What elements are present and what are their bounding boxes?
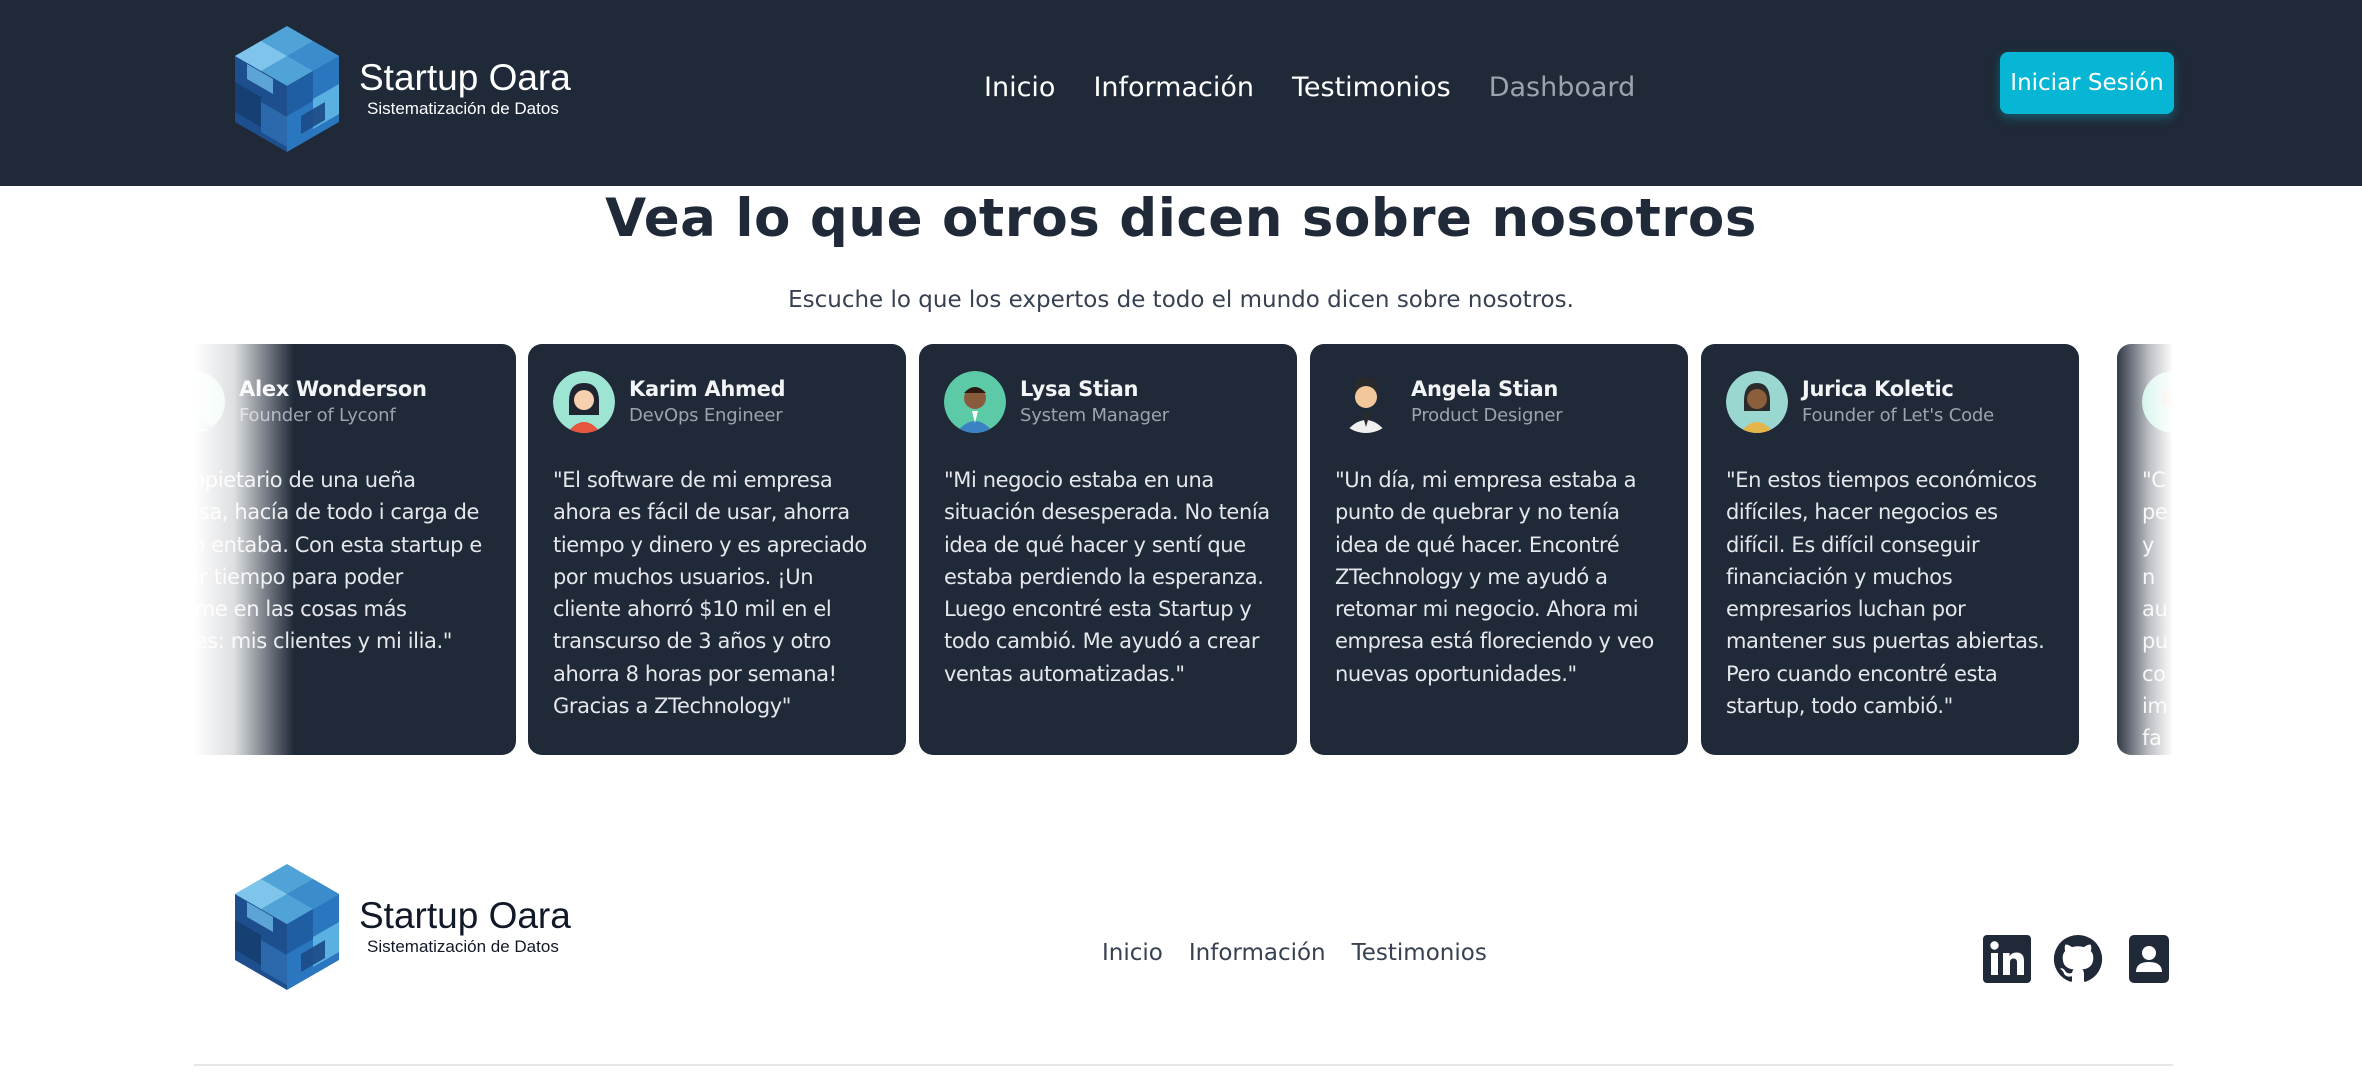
- testimonial-quote: "En estos tiempos económicos difíciles, …: [1726, 468, 2045, 719]
- testimonial-card: Karim Ahmed DevOps Engineer "El software…: [528, 344, 906, 755]
- testimonial-quote: "C pe y n au pu co im fa: [2142, 468, 2168, 751]
- cube-logo-icon: [235, 26, 339, 152]
- testimonial-role: Founder of Let's Code: [1802, 405, 1995, 426]
- linkedin-icon: [1983, 935, 2031, 983]
- testimonial-name: Karim Ahmed: [629, 377, 786, 401]
- testimonial-card: Alex Wonderson Founder of Lyconf mo prop…: [194, 344, 516, 755]
- testimonial-name: Jurica Koletic: [1802, 377, 1954, 401]
- testimonial-quote: mo propietario de una ueña empresa, hací…: [194, 468, 482, 654]
- avatar: [944, 371, 1006, 433]
- testimonial-name: Angela Stian: [1411, 377, 1559, 401]
- section-subtitle: Escuche lo que los expertos de todo el m…: [788, 287, 1574, 313]
- testimonial-card: "C pe y n au pu co im fa: [2117, 344, 2173, 755]
- testimonial-card: Jurica Koletic Founder of Let's Code "En…: [1701, 344, 2079, 755]
- footer-link-inicio[interactable]: Inicio: [1102, 940, 1163, 966]
- avatar: [553, 371, 615, 433]
- main-nav: Inicio Información Testimonios Dashboard: [984, 72, 1635, 103]
- testimonial-name: Alex Wonderson: [239, 377, 427, 401]
- cube-logo-icon: [235, 864, 339, 990]
- footer-logo[interactable]: Startup Oara Sistematización de Datos: [227, 862, 571, 992]
- nav-link-testimonios[interactable]: Testimonios: [1292, 72, 1451, 103]
- brand-subtitle: Sistematización de Datos: [367, 99, 559, 118]
- site-header: Startup Oara Sistematización de Datos In…: [0, 0, 2362, 186]
- testimonial-role: Founder of Lyconf: [239, 405, 396, 426]
- avatar: [1335, 371, 1397, 433]
- footer-link-informacion[interactable]: Información: [1189, 940, 1326, 966]
- contact-card-icon: [2129, 935, 2169, 983]
- footer-brand-subtitle: Sistematización de Datos: [367, 937, 559, 956]
- section-title: Vea lo que otros dicen sobre nosotros: [605, 188, 1757, 249]
- brand-title: Startup Oara: [359, 57, 571, 98]
- github-icon: [2053, 934, 2103, 982]
- testimonial-card: Lysa Stian System Manager "Mi negocio es…: [919, 344, 1297, 755]
- nav-link-dashboard[interactable]: Dashboard: [1489, 72, 1635, 103]
- nav-link-inicio[interactable]: Inicio: [984, 72, 1055, 103]
- testimonial-role: Product Designer: [1411, 405, 1563, 426]
- testimonial-quote: "Mi negocio estaba en una situación dese…: [944, 468, 1270, 686]
- testimonial-quote: "El software de mi empresa ahora es fáci…: [553, 468, 867, 719]
- testimonial-name: Lysa Stian: [1020, 377, 1139, 401]
- testimonial-role: DevOps Engineer: [629, 405, 783, 426]
- footer-brand-title: Startup Oara: [359, 895, 571, 936]
- github-link[interactable]: [2053, 934, 2103, 984]
- footer-nav: Inicio Información Testimonios: [1102, 940, 1487, 966]
- testimonial-card: Angela Stian Product Designer "Un día, m…: [1310, 344, 1688, 755]
- contact-link[interactable]: [2124, 934, 2174, 984]
- testimonial-role: System Manager: [1020, 405, 1169, 426]
- testimonial-quote: "Un día, mi empresa estaba a punto de qu…: [1335, 468, 1654, 686]
- avatar: [1726, 371, 1788, 433]
- login-button[interactable]: Iniciar Sesión: [2000, 52, 2174, 114]
- testimonials-carousel[interactable]: Alex Wonderson Founder of Lyconf mo prop…: [194, 344, 2173, 756]
- linkedin-link[interactable]: [1982, 934, 2032, 984]
- footer-link-testimonios[interactable]: Testimonios: [1352, 940, 1487, 966]
- header-logo[interactable]: Startup Oara Sistematización de Datos: [227, 24, 571, 154]
- avatar: [2142, 371, 2173, 433]
- avatar: [194, 371, 225, 433]
- nav-link-informacion[interactable]: Información: [1093, 72, 1254, 103]
- footer-divider: [194, 1064, 2173, 1066]
